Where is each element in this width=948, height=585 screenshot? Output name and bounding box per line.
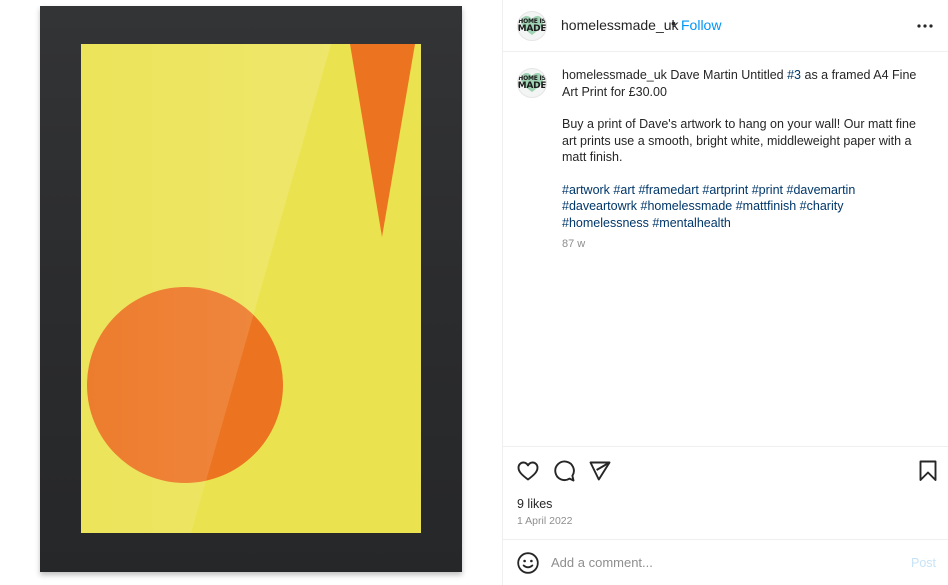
like-button[interactable] [516, 459, 540, 483]
artwork-svg [81, 44, 421, 533]
hashtag-list: #artwork #art #framedart #artprint #prin… [562, 182, 932, 232]
share-icon [589, 461, 611, 481]
separator-dot: • [671, 15, 676, 31]
hashtag-link[interactable]: #mentalhealth [652, 216, 731, 230]
comment-input[interactable] [551, 552, 891, 572]
hashtag-link[interactable]: #davemartin [787, 183, 856, 197]
caption-body: Buy a print of Dave's artwork to hang on… [562, 117, 916, 164]
hashtag-link[interactable]: #art [613, 183, 635, 197]
action-bar: 9 likes 1 April 2022 [503, 446, 948, 539]
likes-count[interactable]: 9 likes [517, 497, 552, 511]
avatar-logo: HOME IS MADE [517, 17, 547, 34]
hashtag-link[interactable]: #3 [787, 68, 801, 82]
avatar-logo: HOME IS MADE [517, 74, 547, 91]
caption-username-link[interactable]: homelessmade_uk [562, 68, 667, 82]
caption-avatar[interactable]: HOME IS MADE [517, 68, 547, 98]
hashtag-link[interactable]: #homelessmade [641, 199, 733, 213]
share-button[interactable] [588, 459, 612, 483]
comment-button[interactable] [552, 459, 576, 483]
hashtag-link[interactable]: #print [752, 183, 783, 197]
post-comment-button[interactable]: Post [911, 556, 936, 570]
more-horizontal-icon [917, 24, 933, 28]
more-options-button[interactable] [913, 14, 937, 38]
hashtag-link[interactable]: #artprint [702, 183, 748, 197]
artwork-print [81, 44, 421, 533]
hashtag-link[interactable]: #mattfinish [736, 199, 796, 213]
hashtag-link[interactable]: #homelessness [562, 216, 649, 230]
hashtag-link[interactable]: #framedart [638, 183, 698, 197]
comment-icon [554, 460, 575, 482]
hashtag-link[interactable]: #artwork [562, 183, 610, 197]
comment-bar: Post [503, 539, 948, 585]
emoji-icon [517, 552, 539, 574]
hashtag-link[interactable]: #charity [800, 199, 844, 213]
post-date: 1 April 2022 [517, 515, 573, 527]
picture-frame [40, 6, 462, 572]
username-link[interactable]: homelessmade_uk [561, 17, 679, 33]
post-sidebar: HOME IS MADE homelessmade_uk • Follow HO… [503, 0, 948, 585]
heart-icon [517, 461, 539, 481]
post-age[interactable]: 87 w [562, 236, 932, 253]
hashtag-link[interactable]: #daveartowrk [562, 199, 637, 213]
caption-title: homelessmade_uk Dave Martin Untitled #3 … [562, 68, 917, 99]
avatar[interactable]: HOME IS MADE [517, 11, 547, 41]
save-button[interactable] [916, 459, 940, 483]
emoji-button[interactable] [516, 551, 540, 575]
bookmark-icon [919, 460, 937, 481]
follow-button[interactable]: Follow [681, 17, 721, 33]
post-media[interactable] [0, 0, 502, 585]
caption-text: homelessmade_uk Dave Martin Untitled #3 … [562, 67, 932, 253]
post-header: HOME IS MADE homelessmade_uk • Follow [503, 0, 948, 52]
caption-section: HOME IS MADE homelessmade_uk Dave Martin… [503, 52, 948, 446]
